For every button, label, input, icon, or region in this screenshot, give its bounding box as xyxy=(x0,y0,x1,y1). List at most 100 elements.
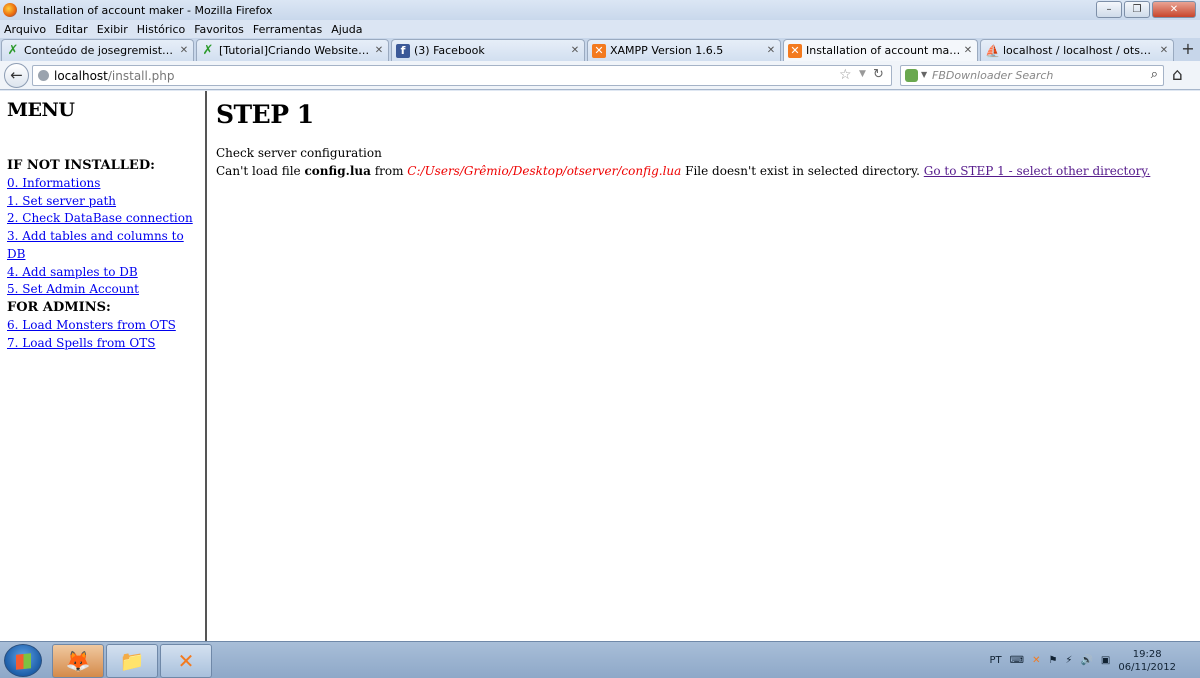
tab-label: XAMPP Version 1.6.5 xyxy=(610,44,724,57)
url-host: localhost xyxy=(54,69,108,83)
tab-label: Installation of account maker xyxy=(806,44,961,57)
tab-label: Conteúdo de josegremista - XTi... xyxy=(24,44,177,57)
xampp-icon: ✕ xyxy=(788,43,802,58)
menu-editar[interactable]: Editar xyxy=(55,23,88,36)
search-go-icon[interactable]: ⌕ xyxy=(1151,67,1158,82)
link-load-monsters[interactable]: 6. Load Monsters from OTS xyxy=(7,317,205,335)
tab-xampp-version[interactable]: ✕ XAMPP Version 1.6.5 ✕ xyxy=(587,39,781,61)
check-config-text: Check server configuration xyxy=(216,146,382,160)
xampp-tray-icon[interactable]: ✕ xyxy=(1032,655,1040,666)
msg-path: C:/Users/Grêmio/Desktop/otserver/config.… xyxy=(407,164,682,178)
link-set-admin-account[interactable]: 5. Set Admin Account xyxy=(7,281,205,299)
facebook-icon: f xyxy=(396,43,410,58)
clock-date: 06/11/2012 xyxy=(1118,661,1176,673)
tab-xti-conteudo[interactable]: ✗ Conteúdo de josegremista - XTi... ✕ xyxy=(1,39,194,61)
address-url[interactable]: localhost/install.php xyxy=(54,69,175,83)
link-add-samples[interactable]: 4. Add samples to DB xyxy=(7,264,205,282)
power-icon[interactable]: ⚡ xyxy=(1065,655,1072,666)
close-tab-icon[interactable]: ✕ xyxy=(1157,45,1171,56)
window-titlebar: Installation of account maker - Mozilla … xyxy=(0,0,1200,20)
close-tab-icon[interactable]: ✕ xyxy=(177,45,191,56)
taskbar-firefox[interactable]: 🦊 xyxy=(52,644,104,678)
system-tray: PT ⌨ ✕ ⚑ ⚡ 🔊 ▣ 19:28 06/11/2012 xyxy=(989,642,1200,678)
folder-icon: 📁 xyxy=(119,649,145,673)
url-path: /install.php xyxy=(107,69,175,83)
tab-label: [Tutorial]Criando Website Com ... xyxy=(219,44,372,57)
menu-exibir[interactable]: Exibir xyxy=(97,23,128,36)
sidebar-menu: MENU IF NOT INSTALLED: 0. Informations 1… xyxy=(0,91,207,641)
taskbar: 🦊 📁 ✕ PT ⌨ ✕ ⚑ ⚡ 🔊 ▣ 19:28 06/11/2012 xyxy=(0,641,1200,678)
tab-phpmyadmin[interactable]: ⛵ localhost / localhost / otserver | ...… xyxy=(980,39,1174,61)
menu-ferramentas[interactable]: Ferramentas xyxy=(253,23,322,36)
link-add-tables[interactable]: 3. Add tables and columns to DB xyxy=(7,228,205,263)
link-set-server-path[interactable]: 1. Set server path xyxy=(7,193,205,211)
window-title: Installation of account maker - Mozilla … xyxy=(23,3,273,17)
msg-prefix: Can't load file xyxy=(216,164,305,178)
close-tab-icon[interactable]: ✕ xyxy=(372,45,386,56)
xampp-icon: ✕ xyxy=(177,649,195,673)
search-placeholder: FBDownloader Search xyxy=(932,69,1054,82)
navigation-bar: ← localhost/install.php ☆ ▼ ↻ ▼ FBDownlo… xyxy=(0,61,1200,90)
search-engine-dropdown-icon[interactable]: ▼ xyxy=(921,70,927,79)
globe-icon xyxy=(38,70,49,81)
address-bar[interactable]: localhost/install.php ☆ ▼ ↻ xyxy=(32,65,892,86)
reload-icon[interactable]: ↻ xyxy=(873,67,884,82)
xampp-icon: ✕ xyxy=(592,43,606,58)
msg-file: config.lua xyxy=(304,164,371,178)
new-tab-button[interactable]: + xyxy=(1178,40,1198,60)
home-icon[interactable]: ⌂ xyxy=(1172,65,1183,85)
msg-from: from xyxy=(370,164,408,178)
close-window-button[interactable]: ✕ xyxy=(1152,1,1196,18)
minimize-button[interactable]: – xyxy=(1096,1,1122,18)
close-tab-icon[interactable]: ✕ xyxy=(961,45,975,56)
tab-facebook[interactable]: f (3) Facebook ✕ xyxy=(391,39,585,61)
section-not-installed: IF NOT INSTALLED: xyxy=(7,158,155,173)
msg-suffix: File doesn't exist in selected directory… xyxy=(681,164,924,178)
search-engine-icon[interactable] xyxy=(905,69,918,82)
volume-icon[interactable]: 🔊 xyxy=(1080,655,1092,666)
menu-historico[interactable]: Histórico xyxy=(137,23,185,36)
menu-title: MENU xyxy=(7,99,75,121)
firefox-icon: 🦊 xyxy=(65,649,91,673)
go-to-step1-link[interactable]: Go to STEP 1 - select other directory. xyxy=(924,164,1151,178)
start-button[interactable] xyxy=(4,644,42,677)
taskbar-xampp[interactable]: ✕ xyxy=(160,644,212,678)
tab-strip: ✗ Conteúdo de josegremista - XTi... ✕ ✗ … xyxy=(0,38,1200,61)
network-icon[interactable]: ▣ xyxy=(1101,655,1110,666)
firefox-icon xyxy=(3,3,17,17)
taskbar-explorer[interactable]: 📁 xyxy=(106,644,158,678)
link-informations[interactable]: 0. Informations xyxy=(7,175,205,193)
history-dropdown-icon[interactable]: ▼ xyxy=(859,69,866,79)
clock[interactable]: 19:28 06/11/2012 xyxy=(1118,648,1176,674)
close-tab-icon[interactable]: ✕ xyxy=(764,45,778,56)
link-load-spells[interactable]: 7. Load Spells from OTS xyxy=(7,335,205,353)
back-button[interactable]: ← xyxy=(4,63,29,88)
step-heading: STEP 1 xyxy=(216,100,314,129)
menu-arquivo[interactable]: Arquivo xyxy=(4,23,46,36)
menu-ajuda[interactable]: Ajuda xyxy=(331,23,362,36)
bookmark-star-icon[interactable]: ☆ xyxy=(839,67,852,83)
main-panel: STEP 1 Check server configuration Can't … xyxy=(216,91,1186,180)
close-tab-icon[interactable]: ✕ xyxy=(568,45,582,56)
search-bar[interactable]: ▼ FBDownloader Search ⌕ xyxy=(900,65,1164,86)
phpmyadmin-icon: ⛵ xyxy=(985,43,1000,58)
menu-bar: Arquivo Editar Exibir Histórico Favorito… xyxy=(0,20,1200,38)
windows-logo-icon xyxy=(16,653,31,670)
section-for-admins: FOR ADMINS: xyxy=(7,299,111,315)
tab-label: (3) Facebook xyxy=(414,44,485,57)
xti-icon: ✗ xyxy=(202,42,214,58)
error-message: Can't load file config.lua from C:/Users… xyxy=(216,162,1186,180)
action-center-flag-icon[interactable]: ⚑ xyxy=(1048,655,1057,666)
language-indicator[interactable]: PT xyxy=(989,655,1001,666)
clock-time: 19:28 xyxy=(1132,648,1162,660)
link-check-database[interactable]: 2. Check DataBase connection xyxy=(7,210,205,228)
menu-favoritos[interactable]: Favoritos xyxy=(194,23,244,36)
window-controls: – ❐ ✕ xyxy=(1096,1,1196,18)
tab-installation[interactable]: ✕ Installation of account maker ✕ xyxy=(783,39,978,61)
maximize-button[interactable]: ❐ xyxy=(1124,1,1150,18)
tab-label: localhost / localhost / otserver | ... xyxy=(1003,44,1157,57)
tab-tutorial[interactable]: ✗ [Tutorial]Criando Website Com ... ✕ xyxy=(196,39,389,61)
xti-icon: ✗ xyxy=(7,42,19,58)
page-content: MENU IF NOT INSTALLED: 0. Informations 1… xyxy=(0,91,1200,641)
keyboard-icon[interactable]: ⌨ xyxy=(1010,655,1024,666)
